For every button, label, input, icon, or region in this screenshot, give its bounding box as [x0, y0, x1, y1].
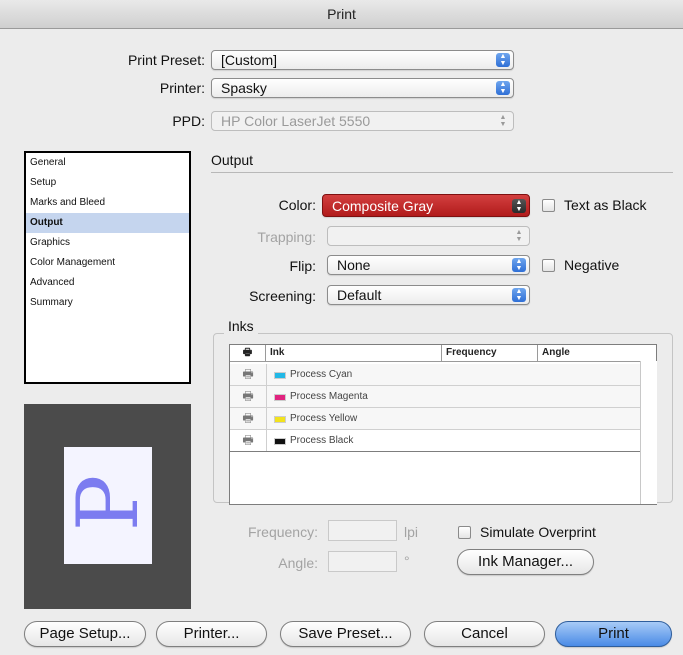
simulate-overprint-checkbox[interactable] — [458, 526, 471, 539]
ink-name: Process Yellow — [290, 413, 358, 424]
simulate-overprint-label: Simulate Overprint — [480, 524, 596, 540]
print-button[interactable]: Print — [555, 621, 672, 647]
preview-page: P — [59, 447, 157, 564]
frequency-label: Frequency: — [247, 524, 318, 540]
sidebar-item-advanced[interactable]: Advanced — [26, 273, 189, 293]
popup-arrows-icon: ▲ ▼ — [512, 288, 526, 302]
sidebar-item-marks-and-bleed[interactable]: Marks and Bleed — [26, 193, 189, 213]
angle-field[interactable] — [328, 551, 397, 572]
printer-icon[interactable]: 🖶 — [230, 430, 267, 451]
ink-row[interactable]: 🖶 Process Magenta — [230, 386, 640, 408]
frequency-unit: lpi — [404, 524, 419, 540]
negative-checkbox[interactable] — [542, 259, 555, 272]
output-heading: Output — [211, 152, 254, 168]
ink-row[interactable]: 🖶 Process Cyan — [230, 364, 640, 386]
angle-unit: ° — [404, 553, 410, 569]
popup-arrows-icon: ▲ ▼ — [515, 229, 523, 243]
color-popup[interactable]: Composite Gray ▲ ▼ — [322, 194, 530, 217]
screening-popup[interactable]: Default ▲ ▼ — [327, 285, 530, 305]
trapping-popup: ▲ ▼ — [327, 226, 530, 246]
color-value: Composite Gray — [332, 198, 434, 214]
popup-arrows-icon: ▲ ▼ — [499, 114, 507, 128]
flip-popup[interactable]: None ▲ ▼ — [327, 255, 530, 275]
column-header-ink[interactable]: Ink — [266, 345, 442, 361]
inks-scrollbar[interactable] — [640, 361, 657, 504]
flip-label: Flip: — [289, 258, 316, 274]
angle-label: Angle: — [278, 555, 318, 571]
printer-label: Printer: — [159, 80, 205, 96]
page-preview[interactable]: P — [24, 404, 191, 609]
sidebar-item-output[interactable]: Output — [26, 213, 189, 233]
ink-manager-button[interactable]: Ink Manager... — [457, 549, 594, 575]
ink-row[interactable]: 🖶 Process Black — [230, 430, 640, 452]
print-column-icon[interactable]: 🖶 — [230, 345, 266, 361]
ink-name: Process Magenta — [290, 391, 368, 402]
popup-arrows-icon: ▲ ▼ — [512, 258, 526, 272]
ink-name: Process Black — [290, 435, 354, 446]
printer-button[interactable]: Printer... — [156, 621, 267, 647]
screening-label: Screening: — [249, 288, 316, 304]
column-header-angle[interactable]: Angle — [538, 345, 656, 361]
inks-table[interactable]: 🖶 Ink Frequency Angle 🖶 Process Cyan 🖶 P… — [229, 344, 657, 505]
printer-icon[interactable]: 🖶 — [230, 386, 267, 407]
popup-arrows-icon: ▲ ▼ — [496, 53, 510, 67]
printer-icon[interactable]: 🖶 — [230, 408, 267, 429]
page-setup-button[interactable]: Page Setup... — [24, 621, 146, 647]
ppd-value: HP Color LaserJet 5550 — [221, 113, 371, 129]
sidebar-item-general[interactable]: General — [26, 153, 189, 173]
ppd-label: PPD: — [172, 113, 205, 129]
color-label: Color: — [278, 197, 316, 213]
ppd-popup: HP Color LaserJet 5550 ▲ ▼ — [211, 111, 514, 131]
sidebar-item-summary[interactable]: Summary — [26, 293, 189, 313]
inks-heading: Inks — [224, 318, 258, 334]
yellow-swatch-icon — [274, 416, 286, 423]
print-preset-value: [Custom] — [221, 52, 278, 68]
sidebar-item-setup[interactable]: Setup — [26, 173, 189, 193]
ink-name: Process Cyan — [290, 369, 353, 380]
negative-label: Negative — [564, 257, 620, 273]
ink-row[interactable]: 🖶 Process Yellow — [230, 408, 640, 430]
popup-arrows-icon: ▲ ▼ — [496, 81, 510, 95]
trapping-label: Trapping: — [257, 229, 316, 245]
black-swatch-icon — [274, 438, 286, 445]
printer-icon[interactable]: 🖶 — [230, 364, 267, 385]
category-list[interactable]: General Setup Marks and Bleed Output Gra… — [24, 151, 191, 384]
cancel-button[interactable]: Cancel — [424, 621, 545, 647]
frequency-field[interactable] — [328, 520, 397, 541]
text-as-black-checkbox[interactable] — [542, 199, 555, 212]
printer-popup[interactable]: Spasky ▲ ▼ — [211, 78, 514, 98]
printer-value: Spasky — [221, 80, 267, 96]
screening-value: Default — [337, 287, 382, 303]
column-header-frequency[interactable]: Frequency — [442, 345, 538, 361]
save-preset-button[interactable]: Save Preset... — [280, 621, 411, 647]
cyan-swatch-icon — [274, 372, 286, 379]
text-as-black-label: Text as Black — [564, 197, 647, 213]
window-title: Print — [0, 0, 683, 29]
inks-table-header: 🖶 Ink Frequency Angle — [230, 345, 656, 362]
sidebar-item-graphics[interactable]: Graphics — [26, 233, 189, 253]
sidebar-item-color-management[interactable]: Color Management — [26, 253, 189, 273]
preview-glyph: P — [59, 474, 157, 532]
magenta-swatch-icon — [274, 394, 286, 401]
popup-arrows-icon: ▲ ▼ — [512, 199, 526, 213]
print-preset-popup[interactable]: [Custom] ▲ ▼ — [211, 50, 514, 70]
flip-value: None — [337, 257, 371, 273]
output-divider — [211, 172, 673, 173]
print-preset-label: Print Preset: — [127, 52, 205, 68]
